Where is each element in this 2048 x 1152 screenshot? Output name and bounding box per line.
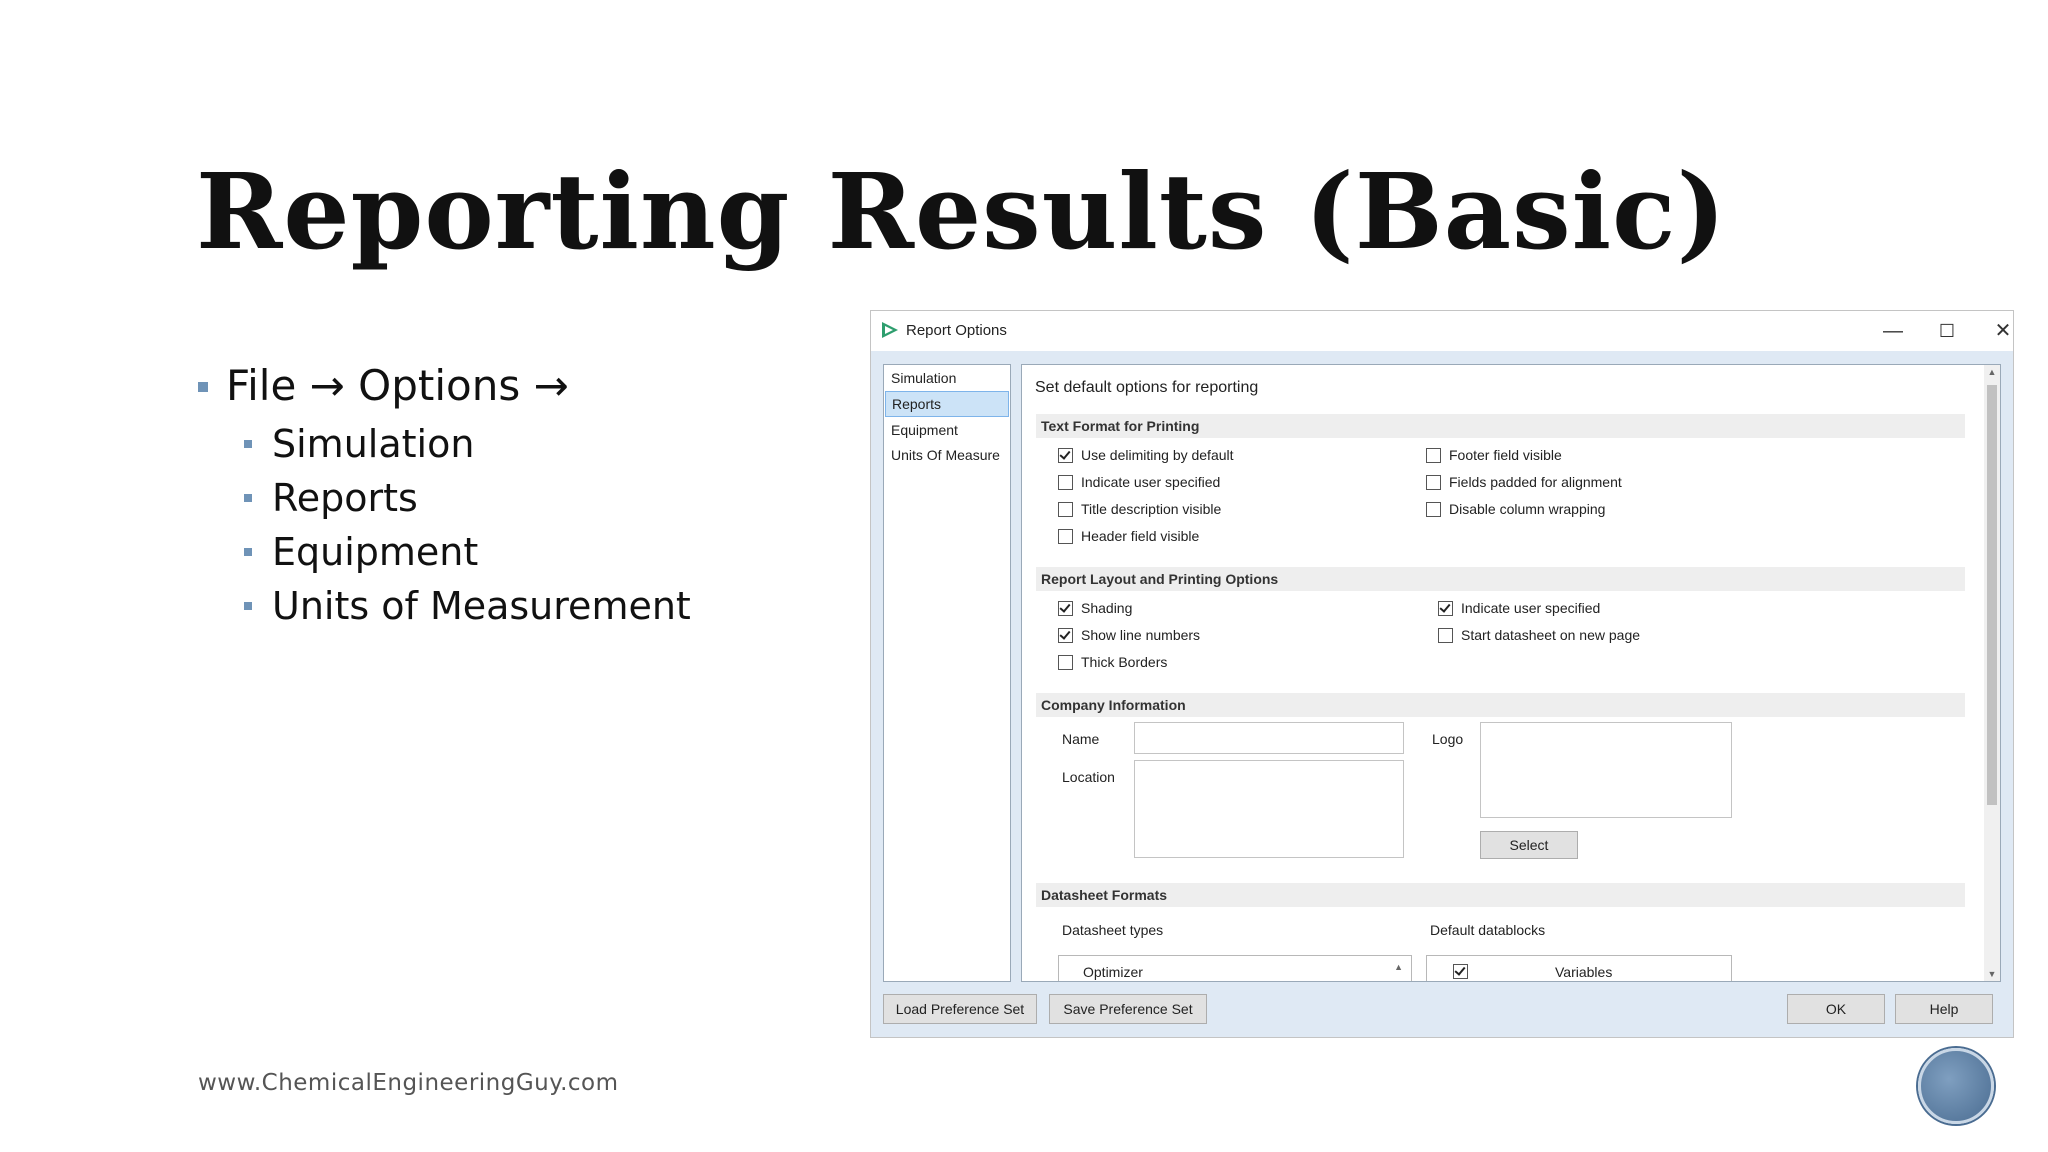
window-title: Report Options xyxy=(906,322,1007,339)
options-nav-list: Simulation Reports Equipment Units Of Me… xyxy=(883,364,1011,982)
scroll-up-arrow-icon[interactable]: ▲ xyxy=(1984,367,2000,377)
nav-item-units-of-measure[interactable]: Units Of Measure xyxy=(885,443,1009,467)
sub-bullet-text: Reports xyxy=(272,476,418,520)
checkbox-icon[interactable] xyxy=(1426,502,1441,517)
intro-text: Set default options for reporting xyxy=(1035,379,1259,396)
checkbox-icon[interactable] xyxy=(1058,502,1073,517)
maximize-button[interactable]: ☐ xyxy=(1927,317,1967,345)
bullet-square-icon xyxy=(244,440,252,448)
sub-bullet-item: Equipment xyxy=(198,525,691,579)
select-logo-button[interactable]: Select xyxy=(1480,831,1578,859)
section-header-company: Company Information xyxy=(1036,693,1965,717)
datasheet-type-item[interactable]: Optimizer xyxy=(1083,964,1143,980)
bullet-square-icon xyxy=(244,602,252,610)
bullet-square-icon xyxy=(244,548,252,556)
options-content-panel: Set default options for reporting Text F… xyxy=(1021,364,2001,982)
scroll-down-arrow-icon[interactable]: ▼ xyxy=(1984,969,2000,979)
sub-bullet-text: Simulation xyxy=(272,422,475,466)
nav-item-reports[interactable]: Reports xyxy=(885,391,1009,417)
dialog-body: Simulation Reports Equipment Units Of Me… xyxy=(871,351,2013,1037)
logo-label: Logo xyxy=(1432,731,1464,747)
checkbox-icon[interactable] xyxy=(1058,655,1073,670)
company-name-input[interactable] xyxy=(1134,722,1404,754)
checkbox-icon[interactable] xyxy=(1426,475,1441,490)
sub-bullet-text: Equipment xyxy=(272,530,479,574)
datasheet-types-label: Datasheet types xyxy=(1062,922,1164,938)
checkbox-fields-padded[interactable]: Fields padded for alignment xyxy=(1426,472,1622,492)
load-preference-set-button[interactable]: Load Preference Set xyxy=(883,994,1037,1024)
checkbox-checked-icon[interactable] xyxy=(1058,601,1073,616)
checkbox-show-line-numbers[interactable]: Show line numbers xyxy=(1058,625,1200,645)
company-location-input[interactable] xyxy=(1134,760,1404,858)
nav-item-equipment[interactable]: Equipment xyxy=(885,418,1009,442)
app-icon xyxy=(882,322,898,338)
checkbox-thick-borders[interactable]: Thick Borders xyxy=(1058,652,1167,672)
bullet-list: File → Options → Simulation Reports Equi… xyxy=(198,355,691,633)
sub-bullet-item: Reports xyxy=(198,471,691,525)
scrollbar-thumb[interactable] xyxy=(1987,385,1997,805)
bullet-text: File → Options → xyxy=(226,361,569,410)
default-datablocks-label: Default datablocks xyxy=(1430,922,1546,938)
default-datablocks-list[interactable]: Variables xyxy=(1426,955,1732,981)
datablock-item[interactable]: Variables xyxy=(1555,964,1612,980)
report-options-dialog: Report Options — ☐ ✕ Simulation Reports … xyxy=(870,310,2014,1038)
section-header-layout: Report Layout and Printing Options xyxy=(1036,567,1965,591)
sub-bullet-text: Units of Measurement xyxy=(272,584,691,628)
datasheet-types-list[interactable]: Optimizer ▲ xyxy=(1058,955,1412,981)
company-name-label: Name xyxy=(1062,731,1100,747)
content-scrollbar[interactable]: ▲ ▼ xyxy=(1984,365,2000,981)
footer-url: www.ChemicalEngineeringGuy.com xyxy=(198,1070,619,1096)
section-header-text-format: Text Format for Printing xyxy=(1036,414,1965,438)
sub-bullet-item: Simulation xyxy=(198,417,691,471)
checkbox-shading[interactable]: Shading xyxy=(1058,598,1132,618)
checkbox-header-field[interactable]: Header field visible xyxy=(1058,526,1199,546)
checkbox-checked-icon[interactable] xyxy=(1058,448,1073,463)
checkbox-title-description[interactable]: Title description visible xyxy=(1058,499,1221,519)
checkbox-disable-column-wrapping[interactable]: Disable column wrapping xyxy=(1426,499,1605,519)
section-header-datasheet: Datasheet Formats xyxy=(1036,883,1965,907)
checkbox-checked-icon[interactable] xyxy=(1438,601,1453,616)
bullet-square-icon xyxy=(198,382,208,392)
close-button[interactable]: ✕ xyxy=(1983,317,2023,345)
checkbox-icon[interactable] xyxy=(1426,448,1441,463)
sub-bullet-item: Units of Measurement xyxy=(198,579,691,633)
datablock-checkbox-checked-icon[interactable] xyxy=(1453,964,1468,979)
checkbox-icon[interactable] xyxy=(1058,475,1073,490)
scroll-up-arrow-icon[interactable]: ▲ xyxy=(1394,962,1403,972)
save-preference-set-button[interactable]: Save Preference Set xyxy=(1049,994,1207,1024)
checkbox-icon[interactable] xyxy=(1058,529,1073,544)
logo-preview-box xyxy=(1480,722,1732,818)
checkbox-footer-field[interactable]: Footer field visible xyxy=(1426,445,1562,465)
bullet-square-icon xyxy=(244,494,252,502)
help-button[interactable]: Help xyxy=(1895,994,1993,1024)
title-bar[interactable]: Report Options — ☐ ✕ xyxy=(871,311,2013,351)
checkbox-start-datasheet-new-page[interactable]: Start datasheet on new page xyxy=(1438,625,1640,645)
checkbox-indicate-user-specified[interactable]: Indicate user specified xyxy=(1058,472,1220,492)
ok-button[interactable]: OK xyxy=(1787,994,1885,1024)
minimize-button[interactable]: — xyxy=(1873,317,1913,345)
checkbox-layout-indicate-user-specified[interactable]: Indicate user specified xyxy=(1438,598,1600,618)
checkbox-use-delimiting[interactable]: Use delimiting by default xyxy=(1058,445,1234,465)
company-location-label: Location xyxy=(1062,769,1115,785)
checkbox-checked-icon[interactable] xyxy=(1058,628,1073,643)
slide-title: Reporting Results (Basic) xyxy=(196,150,1727,273)
bullet-item-main: File → Options → xyxy=(198,355,691,417)
brand-logo-icon xyxy=(1918,1048,1994,1124)
nav-item-simulation[interactable]: Simulation xyxy=(885,366,1009,390)
checkbox-icon[interactable] xyxy=(1438,628,1453,643)
